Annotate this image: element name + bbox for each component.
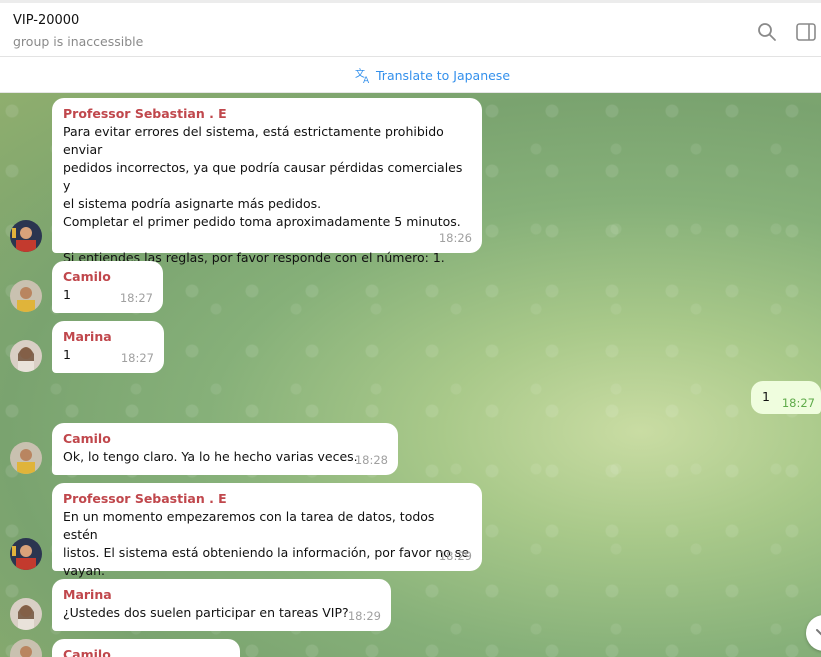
avatar[interactable] (10, 538, 42, 570)
message-bubble[interactable]: Marina ¿Ustedes dos suelen participar en… (52, 579, 391, 631)
avatar[interactable] (10, 442, 42, 474)
message-sender[interactable]: Professor Sebastian . E (63, 490, 471, 508)
message-bubble[interactable]: Marina 1 18:27 (52, 321, 164, 373)
message-bubble[interactable]: Camilo 1 18:27 (52, 261, 163, 313)
message-sender[interactable]: Professor Sebastian . E (63, 105, 471, 123)
message-sender[interactable]: Camilo (63, 430, 387, 448)
message-time: 18:27 (120, 351, 154, 365)
message-time: 18:29 (347, 609, 381, 623)
chevron-down-icon (816, 629, 821, 636)
avatar[interactable] (10, 280, 42, 312)
outgoing-message-bubble[interactable]: 1 18:27 (751, 381, 821, 414)
chat-status: group is inaccessible (13, 34, 144, 49)
translate-button[interactable]: 文 A Translate to Japanese (354, 66, 510, 84)
message-sender[interactable]: Camilo (63, 268, 152, 286)
translate-bar[interactable]: 文 A Translate to Japanese (0, 57, 821, 93)
svg-text:A: A (363, 76, 370, 84)
message-bubble[interactable]: Camilo (52, 639, 240, 657)
message-time: 18:27 (781, 396, 815, 410)
message-text: ¿Ustedes dos suelen participar en tareas… (63, 605, 349, 620)
message-bubble[interactable]: Camilo Ok, lo tengo claro. Ya lo he hech… (52, 423, 398, 475)
sidebar-toggle-icon[interactable] (795, 21, 817, 43)
message-text: Ok, lo tengo claro. Ya lo he hecho varia… (63, 449, 358, 464)
chat-header: VIP-20000 group is inaccessible (0, 0, 821, 57)
search-icon[interactable] (756, 21, 778, 43)
avatar[interactable] (10, 639, 42, 657)
translate-label: Translate to Japanese (376, 67, 511, 83)
translate-icon: 文 A (355, 67, 370, 84)
message-text: Para evitar errores del sistema, está es… (63, 124, 463, 265)
avatar[interactable] (10, 340, 42, 372)
message-sender[interactable]: Camilo (63, 646, 229, 657)
avatar[interactable] (10, 220, 42, 252)
scroll-down-button[interactable] (806, 615, 821, 651)
message-sender[interactable]: Marina (63, 586, 380, 604)
message-time: 18:27 (119, 291, 153, 305)
message-time: 18:29 (438, 549, 472, 563)
message-time: 18:26 (438, 231, 472, 245)
message-text: 1 (762, 389, 770, 404)
message-sender[interactable]: Marina (63, 328, 153, 346)
chat-title[interactable]: VIP-20000 (13, 13, 79, 28)
message-bubble[interactable]: Professor Sebastian . E Para evitar erro… (52, 98, 482, 265)
message-bubble[interactable]: Professor Sebastian . E En un momento em… (52, 483, 482, 578)
message-time: 18:28 (354, 453, 388, 467)
message-list[interactable]: Professor Sebastian . E Para evitar erro… (0, 93, 821, 657)
avatar[interactable] (10, 598, 42, 630)
message-text: En un momento empezaremos con la tarea d… (63, 509, 470, 578)
